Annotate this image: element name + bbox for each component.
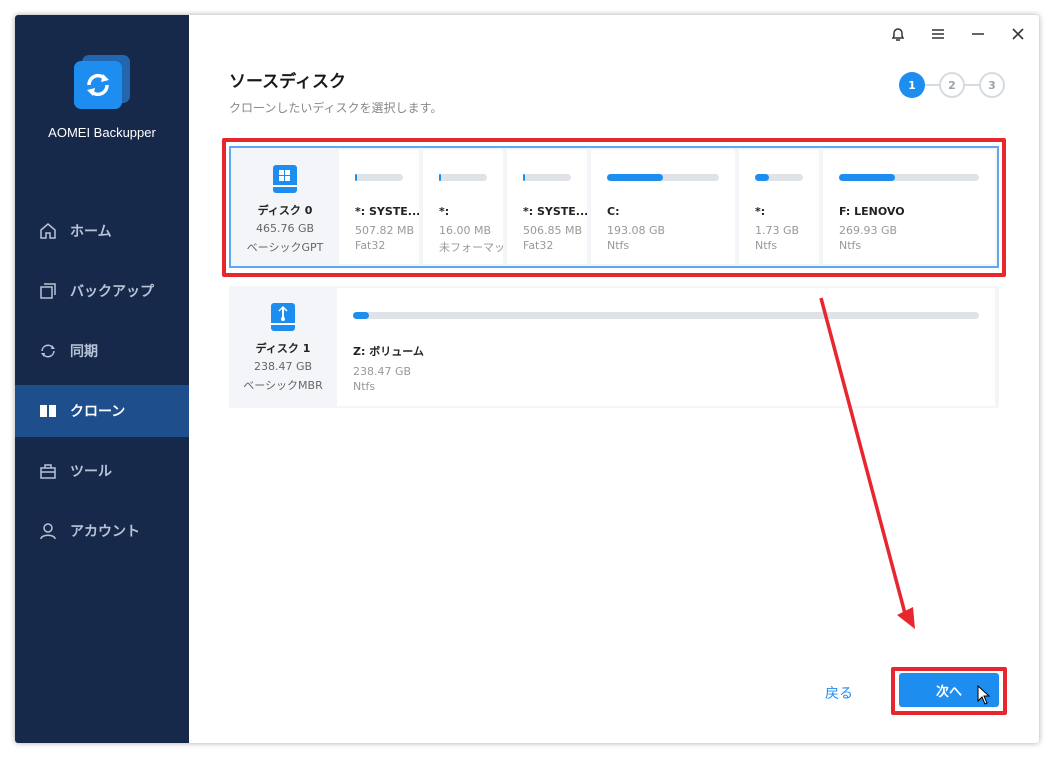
- usage-bar: [523, 174, 571, 181]
- backup-icon: [38, 281, 58, 301]
- usage-bar: [607, 174, 719, 181]
- partition-fs: Ntfs: [755, 239, 778, 252]
- disk-info: ディスク 1 238.47 GB ベーシックMBR: [229, 286, 337, 408]
- disk-type: ベーシックGPT: [246, 241, 324, 254]
- partition-size: 193.08 GB: [607, 224, 666, 237]
- step-indicator: 1 2 3: [899, 72, 1005, 98]
- sidebar-nav: ホーム バックアップ 同期 クローン ツール アカウント: [15, 205, 189, 565]
- disk-row[interactable]: ディスク 0 465.76 GB ベーシックGPT *: SYSTE... 50…: [229, 146, 999, 268]
- account-icon: [38, 521, 58, 541]
- partition-size: 1.73 GB: [755, 224, 800, 237]
- sidebar-item-label: ツール: [70, 464, 112, 480]
- app-logo: [74, 55, 130, 111]
- tools-icon: [38, 461, 58, 481]
- partition-size: 269.93 GB: [839, 224, 898, 237]
- partition-fs: 未フォーマット: [439, 241, 503, 254]
- sidebar-item-tools[interactable]: ツール: [15, 445, 189, 497]
- sidebar-item-account[interactable]: アカウント: [15, 505, 189, 557]
- partition-fs: Ntfs: [607, 239, 630, 252]
- bell-icon[interactable]: [887, 23, 909, 45]
- partition-size: 238.47 GB: [353, 365, 412, 378]
- clone-icon: [38, 401, 58, 421]
- sidebar-item-label: ホーム: [70, 224, 112, 240]
- partition[interactable]: *: 1.73 GB Ntfs: [739, 150, 819, 264]
- usage-bar: [839, 174, 979, 181]
- window-controls: [887, 23, 1029, 45]
- partition[interactable]: C: 193.08 GB Ntfs: [591, 150, 735, 264]
- sidebar-item-label: クローン: [70, 404, 126, 420]
- disk-type: ベーシックMBR: [243, 379, 323, 392]
- sidebar-item-clone[interactable]: クローン: [15, 385, 189, 437]
- partition-size: 507.82 MB: [355, 224, 415, 237]
- page-title: ソースディスク: [229, 72, 346, 92]
- partition-list: *: SYSTE... 507.82 MB Fat32 *: 16.00 MB …: [339, 148, 997, 266]
- mouse-cursor-icon: [977, 685, 991, 705]
- partition[interactable]: *: SYSTE... 506.85 MB Fat32: [507, 150, 587, 264]
- app-name: AOMEI Backupper: [48, 125, 156, 140]
- page-subtitle: クローンしたいディスクを選択します。: [229, 101, 443, 115]
- partition-fs: Ntfs: [353, 380, 376, 393]
- partition-label: *:: [755, 205, 766, 218]
- refresh-logo-icon: [87, 73, 109, 97]
- disk-row[interactable]: ディスク 1 238.47 GB ベーシックMBR Z: ボリューム 238.4…: [229, 286, 999, 408]
- disk-size: 465.76 GB: [255, 222, 315, 235]
- close-icon[interactable]: [1007, 23, 1029, 45]
- usage-bar: [353, 312, 979, 319]
- step-connector: [965, 84, 979, 86]
- disk-name: ディスク 1: [255, 342, 311, 355]
- usage-bar: [439, 174, 487, 181]
- usage-bar: [755, 174, 803, 181]
- sidebar-item-home[interactable]: ホーム: [15, 205, 189, 257]
- step-1: 1: [899, 72, 925, 98]
- home-icon: [38, 221, 58, 241]
- partition-label: F: LENOVO: [839, 205, 905, 218]
- usage-bar: [355, 174, 403, 181]
- partition[interactable]: *: 16.00 MB 未フォーマット: [423, 150, 503, 264]
- disk-info: ディスク 0 465.76 GB ベーシックGPT: [231, 148, 339, 266]
- next-button-label: 次へ: [935, 684, 962, 700]
- step-2: 2: [939, 72, 965, 98]
- partition-size: 16.00 MB: [439, 224, 492, 237]
- partition-list: Z: ボリューム 238.47 GB Ntfs: [337, 286, 999, 408]
- main-panel: ソースディスク クローンしたいディスクを選択します。 1 2 3 ディスク 0 …: [189, 15, 1039, 743]
- minimize-icon[interactable]: [967, 23, 989, 45]
- partition-label: *: SYSTE...: [523, 205, 587, 218]
- step-3: 3: [979, 72, 1005, 98]
- partition-size: 506.85 MB: [523, 224, 583, 237]
- usb-disk-icon: [271, 303, 295, 331]
- menu-icon[interactable]: [927, 23, 949, 45]
- sidebar-item-backup[interactable]: バックアップ: [15, 265, 189, 317]
- partition[interactable]: Z: ボリューム 238.47 GB Ntfs: [337, 288, 995, 406]
- step-connector: [925, 84, 939, 86]
- partition[interactable]: *: SYSTE... 507.82 MB Fat32: [339, 150, 419, 264]
- partition-fs: Fat32: [523, 239, 554, 252]
- partition-fs: Fat32: [355, 239, 386, 252]
- disk-size: 238.47 GB: [253, 360, 313, 373]
- app-window: AOMEI Backupper ホーム バックアップ 同期 クローン ツール ア…: [15, 15, 1039, 743]
- partition-label: *: SYSTE...: [355, 205, 419, 218]
- partition-label: C:: [607, 205, 620, 218]
- sidebar-item-label: バックアップ: [70, 284, 154, 300]
- disk-name: ディスク 0: [257, 204, 313, 217]
- partition-label: *:: [439, 205, 450, 218]
- sidebar-item-label: 同期: [70, 344, 98, 360]
- sync-icon: [38, 341, 58, 361]
- windows-disk-icon: [273, 165, 297, 193]
- sidebar-item-sync[interactable]: 同期: [15, 325, 189, 377]
- back-button[interactable]: 戻る: [825, 683, 853, 703]
- partition-fs: Ntfs: [839, 239, 862, 252]
- sidebar-item-label: アカウント: [70, 524, 140, 540]
- partition[interactable]: F: LENOVO 269.93 GB Ntfs: [823, 150, 995, 264]
- partition-label: Z: ボリューム: [353, 345, 424, 358]
- sidebar: AOMEI Backupper ホーム バックアップ 同期 クローン ツール ア…: [15, 15, 189, 743]
